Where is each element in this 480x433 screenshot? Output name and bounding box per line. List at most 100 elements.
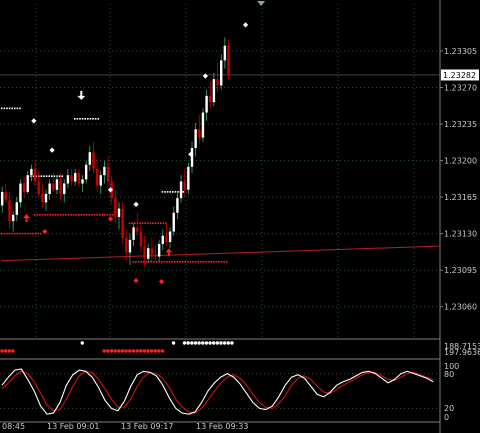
strip-red-dot [117, 349, 121, 353]
candle-body [1, 191, 4, 206]
candle-body [136, 227, 139, 232]
support-dot [83, 214, 85, 216]
candle-body [26, 175, 29, 192]
support-dot [106, 214, 109, 216]
strip-red-dot [120, 349, 125, 353]
candle-body [176, 198, 179, 213]
price-tick-label: 1.23200 [444, 157, 477, 166]
strip-white-dot [219, 341, 223, 345]
candle-body [66, 175, 70, 184]
strip-red-dot [157, 349, 161, 353]
support-dot [6, 232, 8, 235]
support-dot [40, 232, 42, 235]
support-dot [213, 261, 215, 263]
support-dot [29, 232, 32, 235]
stoch-tick-label: 20 [444, 404, 454, 413]
candle-body [198, 129, 201, 138]
strip-red-dot [11, 349, 15, 353]
candle-body [84, 164, 88, 180]
candle-body [223, 45, 227, 61]
strip-white-dot [80, 341, 85, 345]
resistance-dot [6, 107, 8, 110]
support-dot [218, 261, 220, 263]
resistance-dot [11, 107, 13, 110]
resistance-dot [89, 118, 92, 120]
strip-red-dot [102, 349, 106, 353]
strip-white-dot [171, 341, 176, 345]
strip-red-dot [124, 349, 128, 353]
support-dot [80, 214, 83, 216]
resistance-dot [76, 118, 79, 120]
candle-body [33, 168, 37, 182]
candle-body [179, 181, 183, 199]
resistance-dot [169, 191, 171, 193]
support-dot [133, 222, 136, 224]
support-dot [36, 214, 39, 216]
strip-red-dot [7, 349, 11, 353]
support-dot [140, 261, 142, 263]
support-dot [96, 214, 98, 216]
resistance-dot [166, 191, 169, 193]
candle-body [77, 173, 81, 184]
strip-red-dot [0, 349, 4, 353]
candle-body [92, 152, 95, 169]
strip-white-dot [186, 341, 190, 345]
resistance-dot [45, 175, 48, 178]
strip-red-dot [160, 349, 165, 353]
support-dot [137, 261, 140, 263]
support-dot [104, 214, 106, 216]
support-dot [144, 222, 146, 224]
support-dot [8, 232, 11, 235]
resistance-dot [172, 191, 174, 193]
resistance-dot [174, 191, 177, 193]
strip-white-dot [190, 341, 194, 345]
support-dot [70, 214, 72, 216]
support-dot [98, 214, 101, 216]
resistance-dot [94, 118, 97, 120]
support-dot [101, 214, 104, 216]
strip-tick-label: 197.9636 [444, 348, 480, 357]
resistance-dot [92, 118, 94, 120]
support-dot [57, 214, 59, 216]
candle-body [114, 198, 117, 217]
candle-body [59, 179, 62, 194]
support-dot [41, 214, 44, 216]
support-dot [202, 261, 205, 263]
support-dot [163, 261, 166, 263]
resistance-dot [19, 107, 21, 110]
support-dot [91, 214, 93, 216]
resistance-dot [1, 107, 3, 110]
support-dot [59, 214, 62, 216]
strip-red-dot [128, 349, 132, 353]
support-dot [159, 222, 162, 224]
strip-red-dot [3, 349, 8, 353]
price-tick-label: 1.23235 [444, 120, 477, 129]
support-dot [157, 222, 159, 224]
support-dot [16, 232, 19, 235]
candle-body [99, 175, 102, 186]
resistance-dot [97, 118, 99, 120]
support-dot [78, 214, 80, 216]
strip-white-dot [215, 341, 220, 345]
support-dot [49, 214, 52, 216]
candle-body [125, 237, 128, 253]
candle-body [19, 183, 22, 203]
strip-white-dot [230, 341, 234, 345]
candle-body [172, 212, 175, 232]
candle-body [227, 45, 230, 75]
support-dot [135, 261, 137, 263]
candle-body [220, 60, 223, 86]
support-dot [223, 261, 225, 263]
price-tick-label: 1.23130 [444, 230, 477, 239]
candle-body [44, 193, 48, 203]
resistance-dot [164, 191, 166, 193]
strip-white-dot [197, 341, 201, 345]
support-dot [150, 261, 153, 263]
strip-red-dot [106, 349, 110, 353]
strip-red-dot [109, 349, 114, 353]
candle-body [22, 183, 26, 192]
price-tick-label: 1.23060 [444, 303, 477, 312]
stoch-tick-label: 0 [444, 413, 449, 422]
candle-body [30, 168, 33, 176]
strip-white-dot [208, 341, 212, 345]
